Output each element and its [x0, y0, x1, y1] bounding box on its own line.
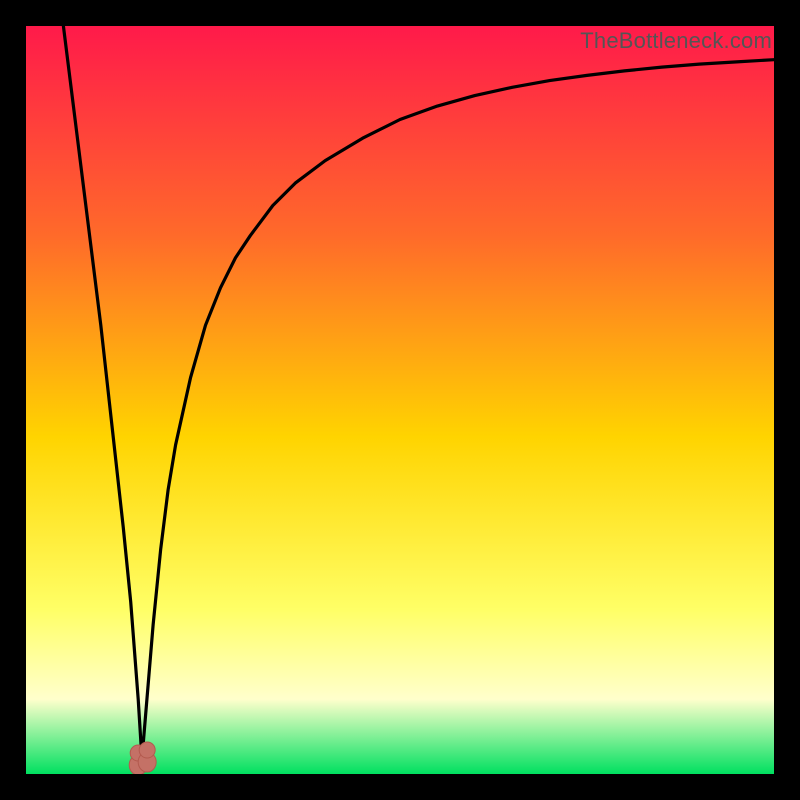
- watermark-text: TheBottleneck.com: [580, 28, 772, 54]
- chart-frame: TheBottleneck.com: [26, 26, 774, 774]
- optimum-point-b: [138, 742, 156, 772]
- gradient-background: [26, 26, 774, 774]
- optimum-markers: [129, 742, 156, 774]
- chart-plot: [26, 26, 774, 774]
